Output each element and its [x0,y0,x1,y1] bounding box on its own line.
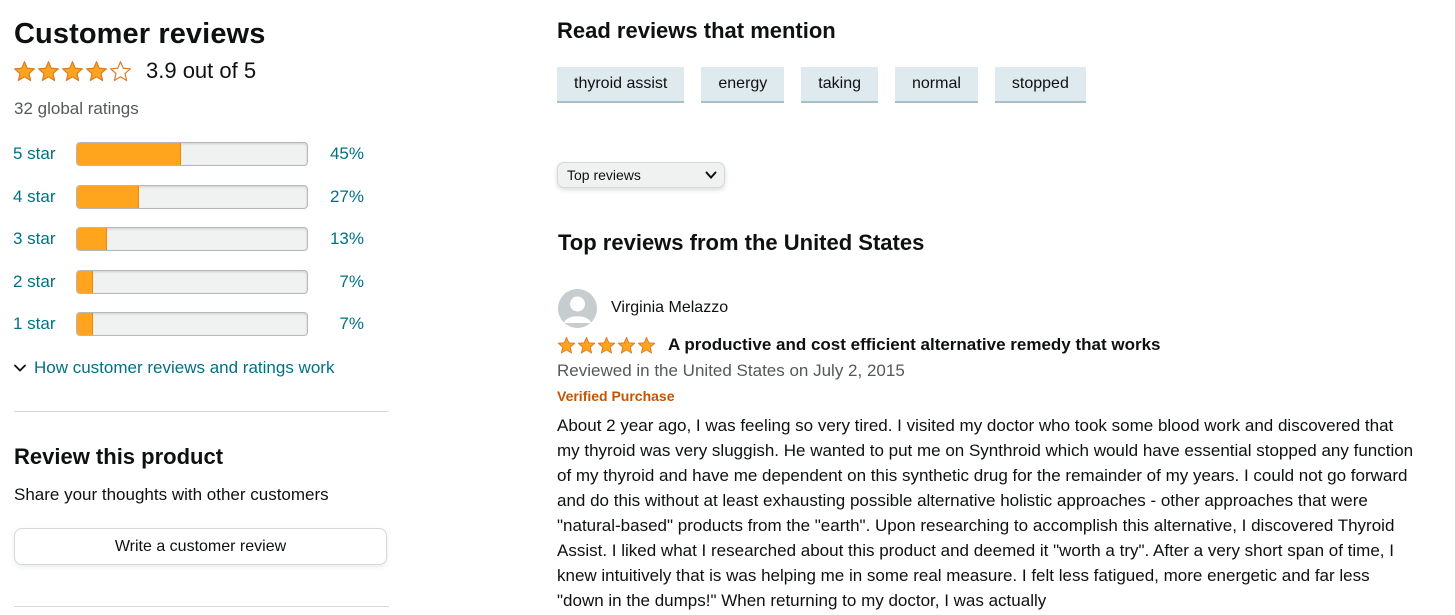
star-icon [86,60,107,81]
histogram-bar-fill [77,228,107,250]
review-body: About 2 year ago, I was feeling so very … [557,416,1414,610]
average-rating-text: 3.9 out of 5 [146,58,257,83]
histogram-bar[interactable] [76,270,308,294]
review-date: Reviewed in the United States on July 2,… [557,361,905,380]
review-title[interactable]: A productive and cost efficient alternat… [668,335,1161,355]
histogram-row[interactable]: 5 star 45% [13,141,373,167]
user-icon [558,289,597,328]
star-icon [597,336,616,353]
histogram-star-label[interactable]: 1 star [13,314,76,334]
histogram-bar[interactable] [76,227,308,251]
histogram-star-label[interactable]: 3 star [13,229,76,249]
verified-purchase-badge: Verified Purchase [557,388,675,404]
review-this-product-subtitle: Share your thoughts with other customers [14,485,329,504]
histogram-row[interactable]: 2 star 7% [13,269,373,295]
histogram-row[interactable]: 3 star 13% [13,226,373,252]
customer-reviews-title: Customer reviews [14,18,266,50]
mention-pills: thyroid assist energy taking normal stopped [557,67,1103,103]
star-icon [557,336,576,353]
global-ratings-count: 32 global ratings [14,99,139,118]
star-icon [637,336,656,353]
star-icon [577,336,596,353]
mention-pill[interactable]: thyroid assist [557,67,685,103]
avatar[interactable] [558,289,597,328]
histogram-star-label[interactable]: 4 star [13,187,76,207]
divider [14,411,389,412]
histogram-percent[interactable]: 27% [308,187,364,207]
histogram-row[interactable]: 4 star 27% [13,184,373,210]
review-this-product-title: Review this product [14,444,224,469]
histogram-row[interactable]: 1 star 7% [13,311,373,337]
histogram-percent[interactable]: 7% [308,272,364,292]
chevron-down-icon [705,171,717,179]
review-rating-stars[interactable] [557,336,657,355]
star-icon [110,60,131,81]
mention-pill[interactable]: normal [895,67,978,103]
divider [14,606,389,607]
mentions-title: Read reviews that mention [557,18,836,43]
star-icon [62,60,83,81]
how-reviews-work-link[interactable]: How customer reviews and ratings work [13,358,334,378]
histogram-percent[interactable]: 7% [308,314,364,334]
histogram-bar[interactable] [76,312,308,336]
histogram-bar[interactable] [76,142,308,166]
histogram-bar-fill [77,313,94,335]
sort-selected-value: Top reviews [567,167,641,183]
mention-pill[interactable]: stopped [994,67,1086,103]
star-icon [617,336,636,353]
histogram-star-label[interactable]: 2 star [13,272,76,292]
average-rating-row[interactable]: 3.9 out of 5 [13,58,256,84]
mention-pill[interactable]: taking [801,67,878,103]
mention-pill[interactable]: energy [701,67,785,103]
top-reviews-title: Top reviews from the United States [558,230,925,255]
histogram-bar[interactable] [76,185,308,209]
histogram-star-label[interactable]: 5 star [13,144,76,164]
write-review-button[interactable]: Write a customer review [14,528,387,565]
histogram-bar-fill [77,186,140,208]
histogram-bar-fill [77,271,94,293]
chevron-down-icon [14,364,26,372]
sort-select[interactable]: Top reviews [557,162,725,188]
histogram-percent[interactable]: 13% [308,229,364,249]
reviewer-name[interactable]: Virginia Melazzo [611,299,728,317]
review-header: A productive and cost efficient alternat… [557,335,1161,355]
average-rating-stars[interactable] [13,60,133,83]
how-reviews-work-label: How customer reviews and ratings work [34,358,335,377]
star-icon [38,60,59,81]
histogram-bar-fill [77,143,181,165]
star-icon [14,60,35,81]
histogram-percent[interactable]: 45% [308,144,364,164]
